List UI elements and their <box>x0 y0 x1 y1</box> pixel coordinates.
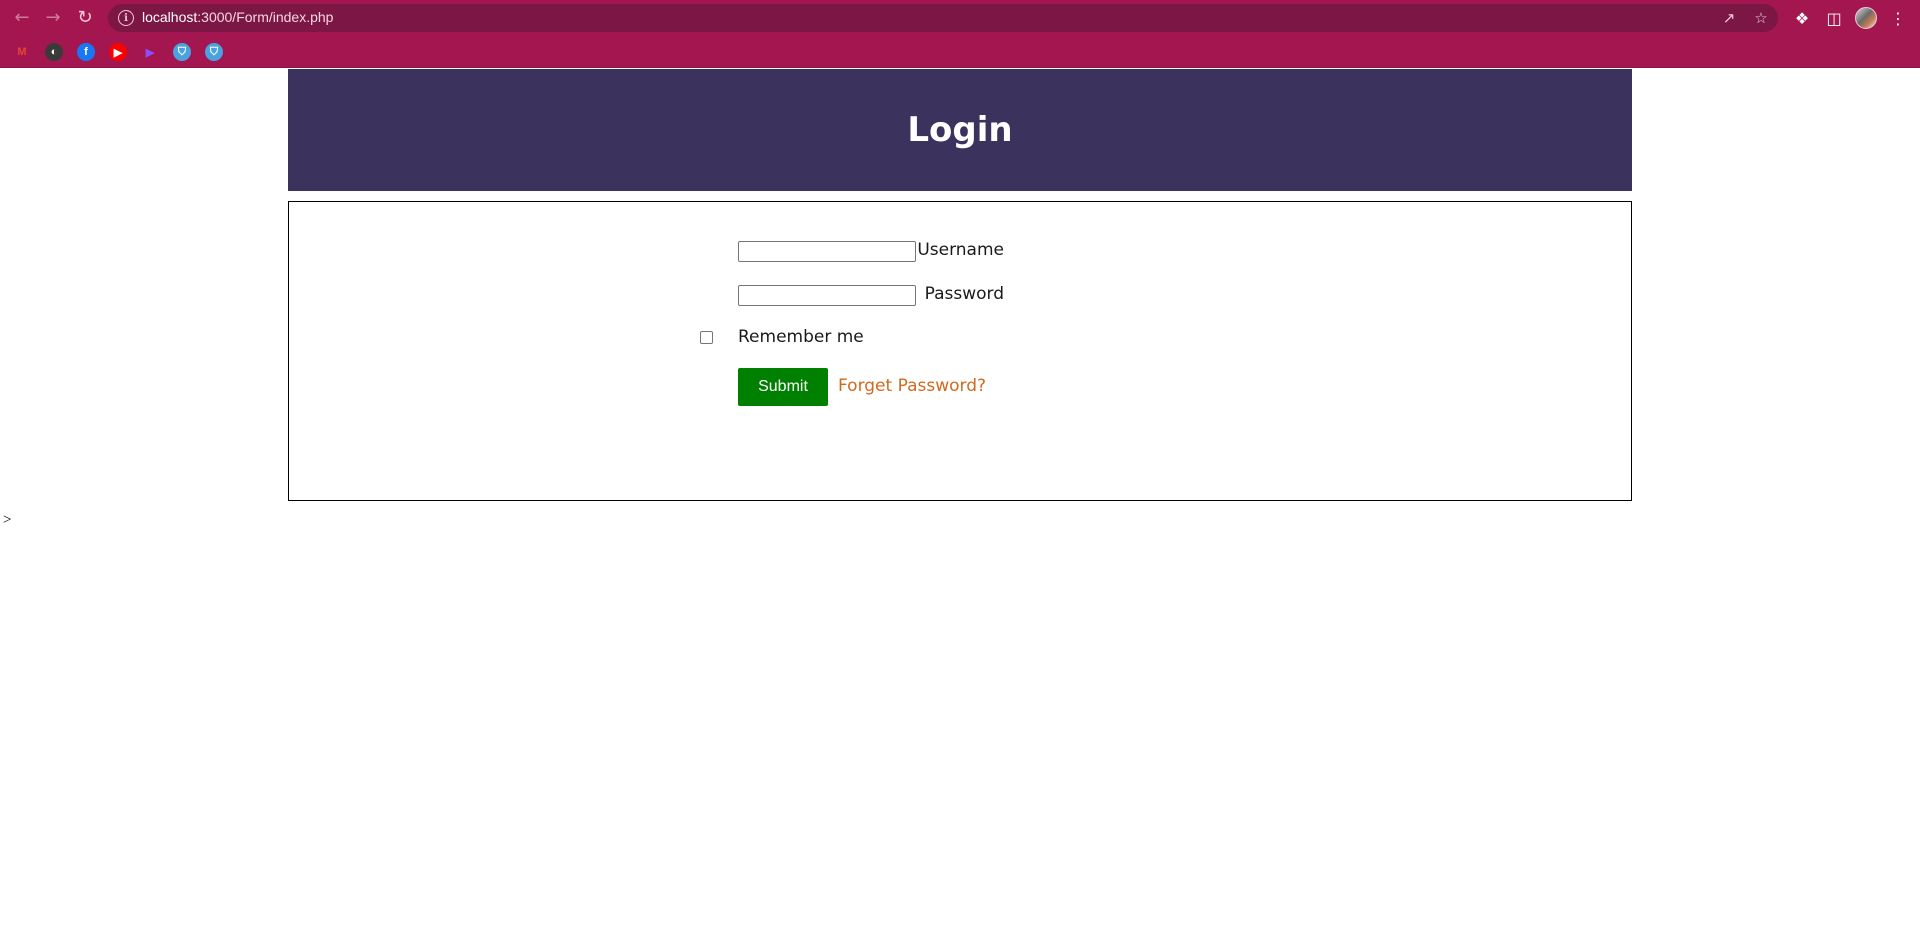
bookmark-shield-2-icon[interactable]: ⛉ <box>205 43 223 61</box>
forward-icon[interactable]: → <box>41 6 65 30</box>
bookmark-globe-icon[interactable]: ◐ <box>45 43 63 61</box>
password-label: Password <box>924 284 1004 304</box>
password-input[interactable] <box>738 285 916 306</box>
remember-me-label: Remember me <box>738 327 864 347</box>
login-header: Login <box>288 69 1632 191</box>
login-form: Username Password Remember me Submit For… <box>288 201 1632 501</box>
extensions-icon[interactable]: ❖ <box>1790 6 1814 30</box>
remember-me-checkbox[interactable] <box>700 331 713 344</box>
url-host: localhost <box>142 9 198 25</box>
menu-kebab-icon[interactable]: ⋮ <box>1886 6 1910 30</box>
side-panel-icon[interactable]: ◫ <box>1822 6 1846 30</box>
address-bar[interactable]: i localhost:3000/Form/index.php ↗ ☆ <box>108 4 1778 32</box>
forgot-password-link[interactable]: Forget Password? <box>838 376 986 396</box>
browser-toolbar: ← → ↻ i localhost:3000/Form/index.php ↗ … <box>0 0 1920 36</box>
page-title: Login <box>907 110 1013 150</box>
bookmarks-bar: M ◐ f ▶ ▶ ⛉ ⛉ <box>0 36 1920 68</box>
bookmark-gmail-icon[interactable]: M <box>13 43 31 61</box>
username-label: Username <box>917 240 1004 260</box>
bookmark-facebook-icon[interactable]: f <box>77 43 95 61</box>
profile-avatar[interactable] <box>1855 7 1877 29</box>
stray-text: > <box>3 512 12 528</box>
submit-button[interactable]: Submit <box>738 368 828 406</box>
bookmark-play-icon[interactable]: ▶ <box>141 43 159 61</box>
share-icon[interactable]: ↗ <box>1720 9 1738 27</box>
bookmark-youtube-icon[interactable]: ▶ <box>109 43 127 61</box>
bookmark-shield-1-icon[interactable]: ⛉ <box>173 43 191 61</box>
reload-icon[interactable]: ↻ <box>73 6 97 30</box>
site-info-icon[interactable]: i <box>118 10 134 26</box>
username-input[interactable] <box>738 241 916 262</box>
back-icon[interactable]: ← <box>10 6 34 30</box>
bookmark-star-icon[interactable]: ☆ <box>1752 9 1770 27</box>
url-path: :3000/Form/index.php <box>197 9 334 25</box>
address-url[interactable]: localhost:3000/Form/index.php <box>142 9 333 25</box>
